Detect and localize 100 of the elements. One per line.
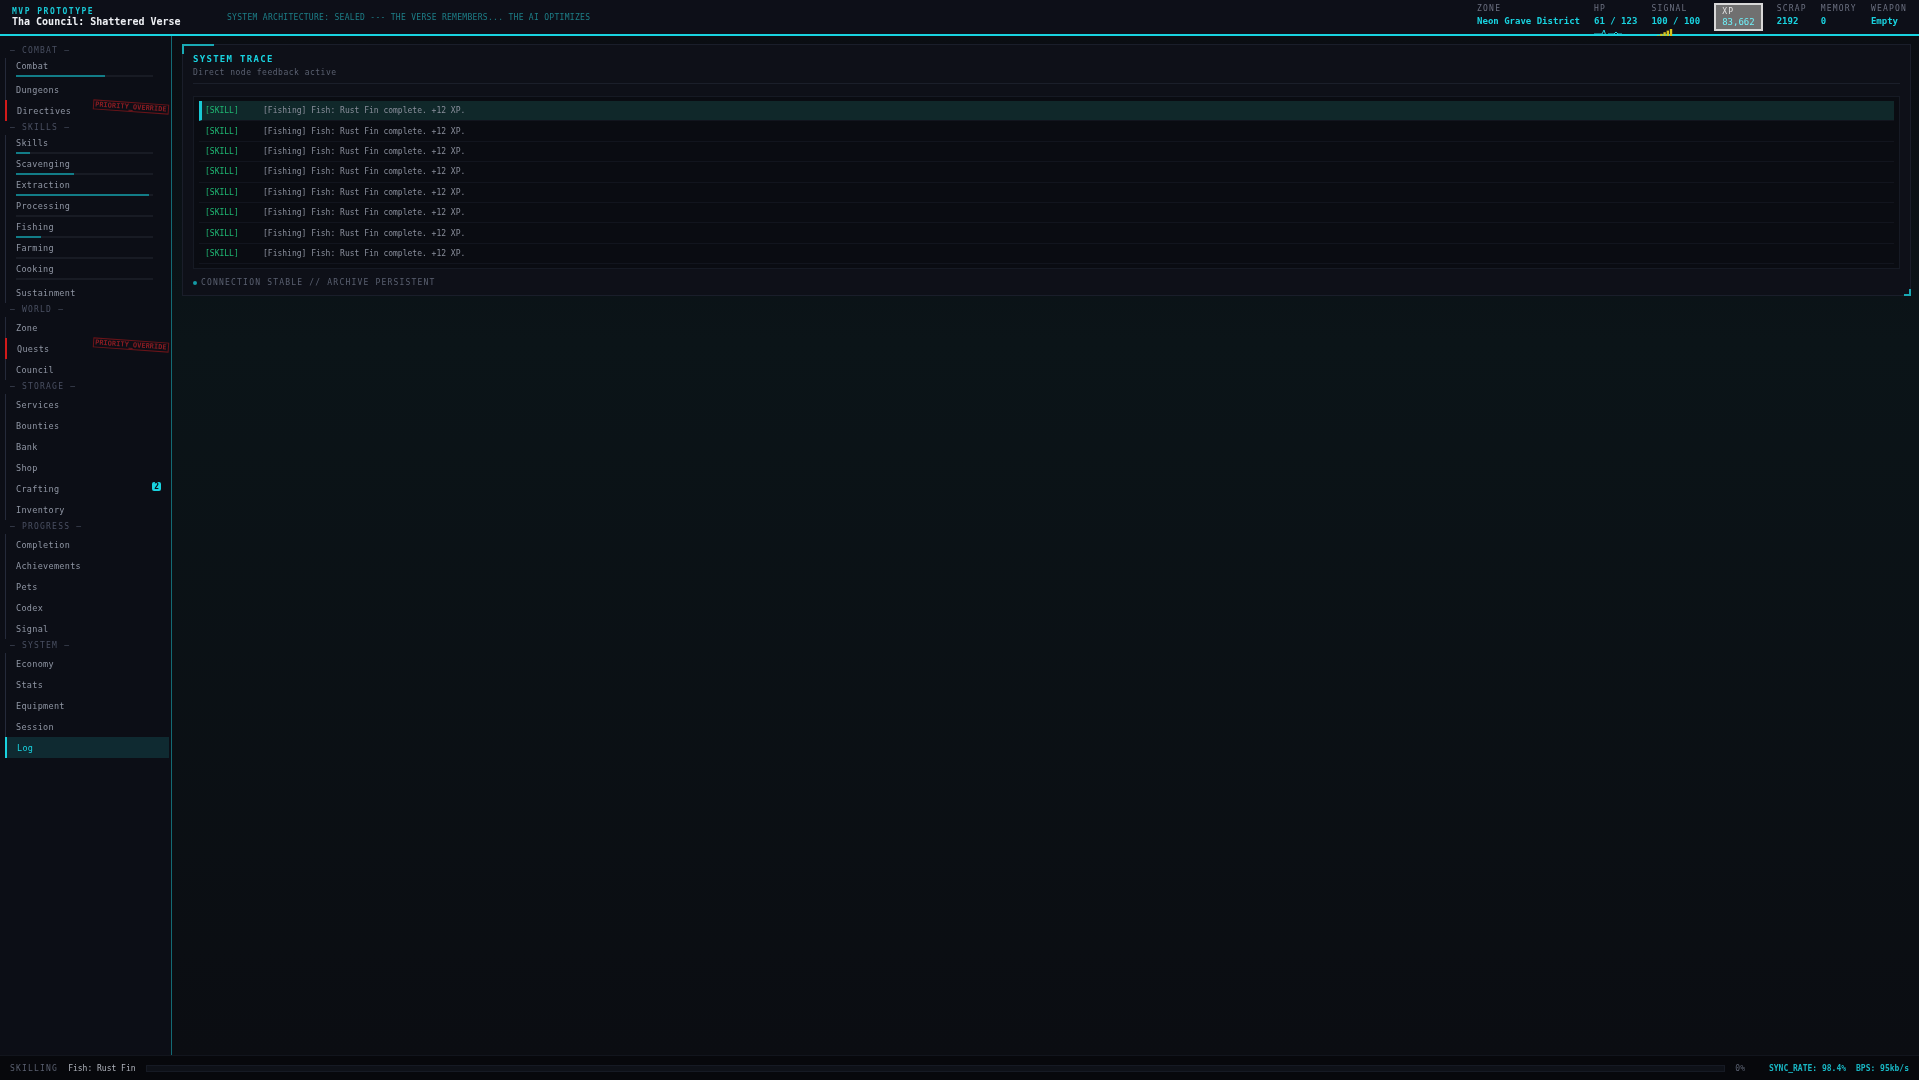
nav-label: Sustainment	[16, 287, 76, 298]
log-message: [Fishing] Fish: Rust Fin complete. +12 XP.	[263, 187, 466, 197]
nav-item[interactable]: Scavenging	[6, 156, 169, 177]
stat-value: Empty	[1870, 16, 1899, 26]
nav-item[interactable]: Fishing	[6, 219, 169, 240]
nav-label: Services	[16, 399, 60, 410]
stat-label: ZONE	[1477, 4, 1503, 13]
nav-item[interactable]: Services	[6, 394, 169, 415]
nav-label: Quests	[17, 343, 50, 354]
eyebrow-label: MVP PROTOTYPE	[12, 7, 96, 16]
nav-label: Economy	[16, 658, 54, 669]
nav-item[interactable]: Log	[5, 737, 169, 758]
nav-item[interactable]: Stats	[6, 674, 169, 695]
log-message: [Fishing] Fish: Rust Fin complete. +12 XP.	[263, 248, 466, 258]
nav-item[interactable]: Codex	[6, 597, 169, 618]
progress-percent: 0%	[1735, 1063, 1745, 1073]
nav-label: Equipment	[16, 700, 65, 711]
nav-label: Scavenging	[16, 158, 71, 169]
nav-item[interactable]: Crafting 2	[6, 478, 169, 499]
section-heading: — SKILLS —	[9, 122, 72, 134]
log-tag: [SKILL]	[205, 187, 263, 197]
stat-label: MEMORY	[1820, 4, 1857, 13]
stat-label: XP	[1722, 7, 1736, 16]
nav-label: Zone	[16, 322, 38, 333]
log-row[interactable]: [SKILL] [Fishing] Fish: Rust Fin complete. +12 XP.	[199, 223, 1894, 244]
nav-item[interactable]: Equipment	[6, 695, 169, 716]
nav-item[interactable]: Dungeons	[6, 79, 169, 100]
nav-item[interactable]: Skills	[6, 135, 169, 156]
log-tag: [SKILL]	[205, 167, 263, 177]
nav-item[interactable]: Pets	[6, 576, 169, 597]
nav-label: Shop	[16, 462, 38, 473]
activity-name: Fish: Rust Fin	[68, 1063, 136, 1073]
log-message: [Fishing] Fish: Rust Fin complete. +12 XP.	[263, 228, 466, 238]
nav-item[interactable]: Cooking	[6, 261, 169, 282]
stat-label: SCRAP	[1776, 4, 1807, 13]
log-row[interactable]: [SKILL] [Fishing] Fish: Rust Fin complete. +12 XP.	[199, 182, 1894, 203]
section-heading: — PROGRESS —	[9, 521, 84, 533]
status-text: CONNECTION STABLE // ARCHIVE PERSISTENT	[201, 278, 436, 288]
nav-label: Extraction	[16, 179, 71, 190]
stat-label: WEAPON	[1870, 4, 1907, 13]
log-tag: [SKILL]	[205, 228, 263, 238]
corner-mark	[1904, 289, 1911, 297]
nav-item[interactable]: Bank	[6, 436, 169, 457]
nav-label: Achievements	[16, 560, 81, 571]
nav-label: Session	[16, 721, 54, 732]
status-dot	[193, 280, 197, 285]
nav-item[interactable]: Achievements	[6, 555, 169, 576]
nav-item[interactable]: Signal	[6, 618, 169, 639]
log-message: [Fishing] Fish: Rust Fin complete. +12 XP.	[263, 126, 466, 136]
log-tag: [SKILL]	[205, 126, 263, 136]
stat-label: SIGNAL	[1651, 4, 1689, 13]
log-row[interactable]: [SKILL] [Fishing] Fish: Rust Fin complete. +12 XP.	[199, 101, 1894, 122]
nav-item[interactable]: Session	[6, 716, 169, 737]
log-row[interactable]: [SKILL] [Fishing] Fish: Rust Fin complete. +12 XP.	[199, 243, 1894, 265]
nav-item[interactable]: Farming	[6, 240, 169, 261]
nav-label: Completion	[16, 539, 71, 550]
stat-value: 100 / 100	[1651, 16, 1701, 26]
nav-label: Farming	[16, 242, 54, 253]
nav-item[interactable]: Inventory	[6, 499, 169, 520]
panel-title: SYSTEM TRACE	[193, 54, 275, 64]
nav-item[interactable]: Economy	[6, 653, 169, 674]
section-heading: — SYSTEM —	[9, 640, 72, 652]
log-row[interactable]: [SKILL] [Fishing] Fish: Rust Fin complete. +12 XP.	[199, 162, 1894, 183]
section-heading: — WORLD —	[9, 304, 66, 316]
bandwidth-reading: BPS: 95kb/s	[1856, 1063, 1909, 1073]
nav-label: Cooking	[16, 263, 54, 274]
nav-label: Processing	[16, 200, 71, 211]
section-heading: — STORAGE —	[9, 381, 78, 393]
log-row[interactable]: [SKILL] [Fishing] Fish: Rust Fin complete. +12 XP.	[199, 202, 1894, 224]
nav-item[interactable]: Zone	[6, 317, 169, 338]
ticker-text: SYSTEM ARCHITECTURE: SEALED --- THE VERSE REMEMBERS... THE AI OPTIMIZES	[227, 12, 592, 22]
log-row[interactable]: [SKILL] [Fishing] Fish: Rust Fin complete. +12 XP.	[199, 141, 1894, 163]
corner-mark	[182, 44, 214, 54]
nav-item[interactable]: Completion	[6, 534, 169, 555]
log-row[interactable]: [SKILL] [Fishing] Fish: Rust Fin complete. +12 XP.	[199, 121, 1894, 142]
log-tag: [SKILL]	[205, 146, 263, 156]
nav-label: Skills	[16, 137, 49, 148]
nav-label: Bank	[16, 441, 38, 452]
log-message: [Fishing] Fish: Rust Fin complete. +12 XP.	[263, 167, 466, 177]
section-heading: — COMBAT —	[9, 45, 72, 57]
nav-item[interactable]: Processing	[6, 198, 169, 219]
nav-item[interactable]: Bounties	[6, 415, 169, 436]
nav-item[interactable]: Council	[6, 359, 169, 380]
nav-label: Combat	[16, 60, 49, 71]
stat-label: HP	[1594, 4, 1608, 13]
panel-subtitle: Direct node feedback active	[193, 68, 1900, 84]
count-badge: 2	[152, 482, 161, 491]
log-message: [Fishing] Fish: Rust Fin complete. +12 XP.	[263, 208, 466, 218]
nav-item[interactable]: Extraction	[6, 177, 169, 198]
activity-label: SKILLING	[10, 1063, 59, 1073]
stat-value: 2192	[1776, 16, 1800, 26]
nav-label: Pets	[16, 581, 38, 592]
nav-label: Dungeons	[16, 84, 60, 95]
nav-label: Codex	[16, 602, 44, 613]
nav-item[interactable]: Sustainment	[6, 282, 169, 303]
sync-rate: SYNC_RATE: 98.4%	[1768, 1063, 1846, 1073]
nav-item[interactable]: Shop	[6, 457, 169, 478]
nav-label: Bounties	[16, 420, 60, 431]
nav-item[interactable]: Combat	[6, 58, 169, 79]
nav-label: Log	[17, 742, 34, 753]
